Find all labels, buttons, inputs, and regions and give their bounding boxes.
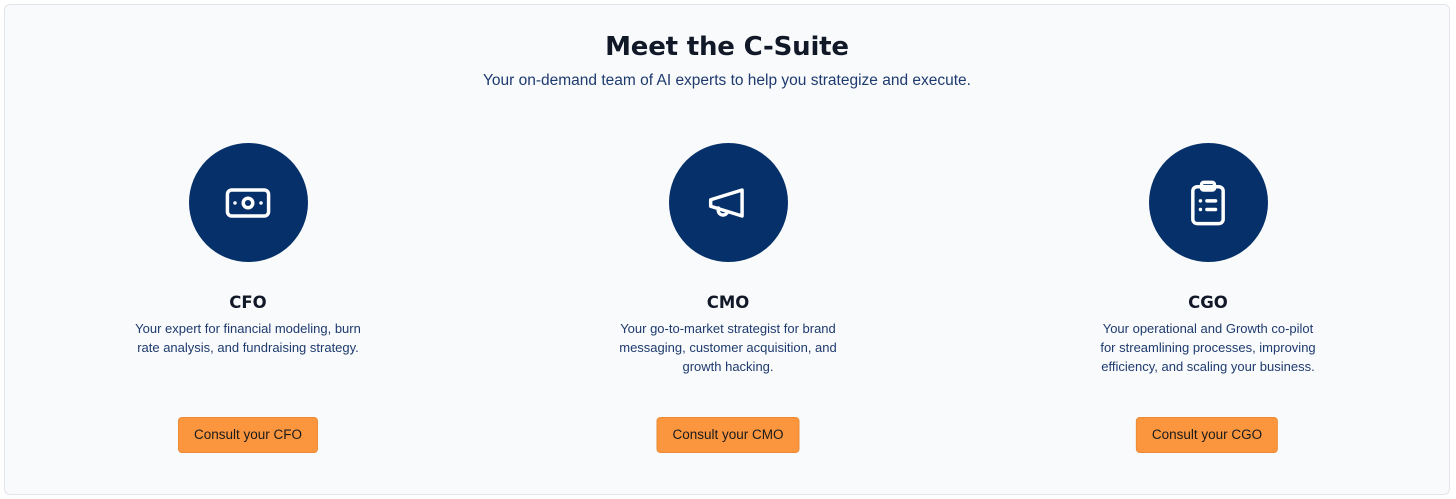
cgo-card: CGO Your operational and Growth co-pilot…: [1078, 143, 1338, 376]
cfo-description: Your expert for financial modeling, burn…: [135, 321, 361, 355]
clipboard-list-icon: [1191, 180, 1225, 225]
consult-cmo-button[interactable]: Consult your CMO: [656, 417, 800, 453]
megaphone-icon: [708, 187, 744, 218]
money-bill-icon: [225, 187, 271, 218]
consult-cfo-button[interactable]: Consult your CFO: [177, 417, 319, 453]
section-subtitle: Your on-demand team of AI experts to hel…: [483, 72, 971, 89]
cmo-icon-circle: [668, 143, 788, 262]
cmo-role-title: CMO: [706, 293, 750, 312]
cgo-description: Your operational and Growth co-pilot for…: [1100, 321, 1316, 374]
cmo-description: Your go-to-market strategist for brand m…: [619, 321, 837, 374]
cfo-role-title: CFO: [229, 293, 267, 312]
cfo-card: CFO Your expert for financial modeling, …: [118, 143, 378, 357]
cmo-card: CMO Your go-to-market strategist for bra…: [598, 143, 858, 376]
cgo-icon-circle: [1148, 143, 1268, 262]
section-title: Meet the C-Suite: [605, 32, 849, 62]
cfo-icon-circle: [188, 143, 308, 262]
cgo-role-title: CGO: [1188, 293, 1228, 312]
consult-cgo-button[interactable]: Consult your CGO: [1135, 417, 1279, 453]
